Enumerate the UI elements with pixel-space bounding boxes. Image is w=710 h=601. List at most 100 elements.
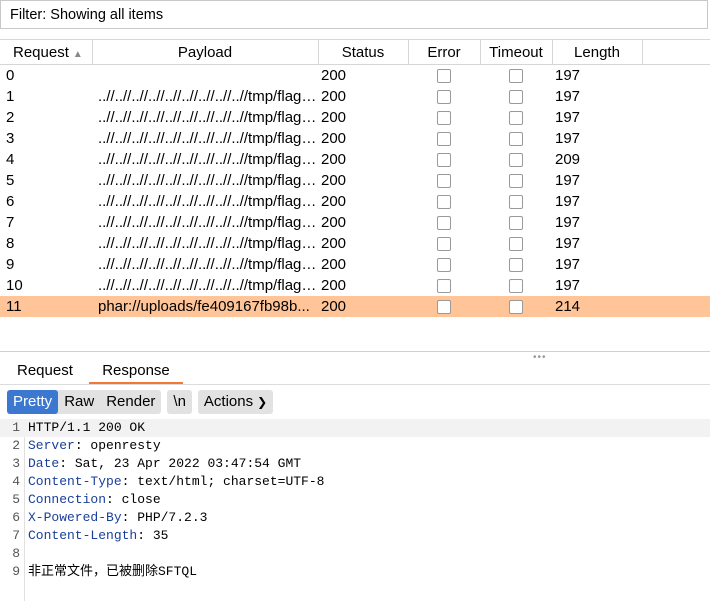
error-checkbox[interactable] <box>437 216 451 231</box>
raw-button[interactable]: Raw <box>58 390 100 414</box>
timeout-checkbox[interactable] <box>509 195 523 210</box>
column-header-length[interactable]: Length <box>552 40 643 65</box>
status-cell: 200 <box>321 151 347 168</box>
error-checkbox[interactable] <box>437 132 451 147</box>
render-button[interactable]: Render <box>100 390 161 414</box>
error-checkbox[interactable] <box>437 90 451 105</box>
payload-cell: ..//..//..//..//..//..//..//..//..//tmp/… <box>98 256 318 273</box>
timeout-cell <box>480 254 552 275</box>
error-cell <box>408 65 480 87</box>
error-cell <box>408 254 480 275</box>
spacer-cell <box>642 86 710 107</box>
table-row[interactable]: 6 ..//..//..//..//..//..//..//..//..//tmp… <box>0 191 710 212</box>
column-header-request[interactable]: Request ▲ <box>0 40 93 65</box>
response-editor[interactable]: 1 HTTP/1.1 200 OK 2 Server: openresty 3 Date:… <box>0 419 710 601</box>
spacer-cell <box>642 170 710 191</box>
response-line: 9 非正常文件，已被删除SFTQL <box>0 563 710 581</box>
status-cell: 200 <box>321 88 347 105</box>
column-header-error[interactable]: Error <box>408 40 481 65</box>
header-name: X-Powered-By <box>28 510 122 525</box>
timeout-cell <box>480 107 552 128</box>
header-name: Content-Length <box>28 528 138 543</box>
payload-cell: ..//..//..//..//..//..//..//..//..//tmp/… <box>98 214 318 231</box>
request-cell: 4 <box>6 151 15 168</box>
timeout-checkbox[interactable] <box>509 90 523 105</box>
tab-request[interactable]: Request <box>17 358 73 384</box>
column-header-payload[interactable]: Payload <box>92 40 319 65</box>
filter-bar[interactable]: Filter: Showing all items <box>0 0 708 29</box>
timeout-checkbox[interactable] <box>509 132 523 147</box>
timeout-checkbox[interactable] <box>509 237 523 252</box>
line-number: 1 <box>12 420 20 435</box>
table-row[interactable]: 11 phar://uploads/fe409167fb98b... 200 214 <box>0 296 710 317</box>
pane-splitter[interactable]: ••• <box>0 351 710 363</box>
column-header-timeout[interactable]: Timeout <box>480 40 553 65</box>
table-row[interactable]: 2 ..//..//..//..//..//..//..//..//..//tmp… <box>0 107 710 128</box>
tab-response[interactable]: Response <box>89 358 183 384</box>
timeout-checkbox[interactable] <box>509 174 523 189</box>
response-line: 4 Content-Type: text/html; charset=UTF-8 <box>0 473 710 491</box>
error-checkbox[interactable] <box>437 279 451 294</box>
table-row[interactable]: 4 ..//..//..//..//..//..//..//..//..//tmp… <box>0 149 710 170</box>
payload-cell <box>92 65 318 87</box>
spacer-cell <box>642 191 710 212</box>
status-cell: 200 <box>321 172 347 189</box>
timeout-checkbox[interactable] <box>509 153 523 168</box>
status-cell: 200 <box>321 256 347 273</box>
view-toolbar: Pretty Raw Render \n Actions ❯ <box>7 390 274 414</box>
error-cell <box>408 86 480 107</box>
table-row[interactable]: 1 ..//..//..//..//..//..//..//..//..//tmp… <box>0 86 710 107</box>
timeout-checkbox[interactable] <box>509 216 523 231</box>
request-cell: 2 <box>6 109 15 126</box>
line-code: Content-Type: text/html; charset=UTF-8 <box>28 473 324 491</box>
error-checkbox[interactable] <box>437 237 451 252</box>
newline-toggle-button[interactable]: \n <box>167 390 192 414</box>
error-checkbox[interactable] <box>437 258 451 273</box>
error-checkbox[interactable] <box>437 174 451 189</box>
table-row[interactable]: 3 ..//..//..//..//..//..//..//..//..//tmp… <box>0 128 710 149</box>
pretty-button[interactable]: Pretty <box>7 390 59 414</box>
error-checkbox[interactable] <box>437 111 451 126</box>
timeout-checkbox[interactable] <box>509 300 523 315</box>
table-row[interactable]: 0 200 197 <box>0 65 710 87</box>
error-cell <box>408 191 480 212</box>
table-row[interactable]: 5 ..//..//..//..//..//..//..//..//..//tmp… <box>0 170 710 191</box>
line-code: Connection: close <box>28 491 161 509</box>
error-checkbox[interactable] <box>437 153 451 168</box>
line-code: Date: Sat, 23 Apr 2022 03:47:54 GMT <box>28 455 301 473</box>
length-cell: 197 <box>555 172 581 189</box>
timeout-checkbox[interactable] <box>509 111 523 126</box>
table-row[interactable]: 10 ..//..//..//..//..//..//..//..//..//tm… <box>0 275 710 296</box>
error-cell <box>408 107 480 128</box>
error-checkbox[interactable] <box>437 69 451 84</box>
table-row[interactable]: 9 ..//..//..//..//..//..//..//..//..//tmp… <box>0 254 710 275</box>
error-checkbox[interactable] <box>437 195 451 210</box>
spacer-cell <box>642 254 710 275</box>
timeout-cell <box>480 170 552 191</box>
timeout-cell <box>480 191 552 212</box>
spacer-cell <box>642 128 710 149</box>
response-line: 6 X-Powered-By: PHP/7.2.3 <box>0 509 710 527</box>
spacer-cell <box>642 212 710 233</box>
error-cell <box>408 233 480 254</box>
timeout-cell <box>480 212 552 233</box>
timeout-checkbox[interactable] <box>509 258 523 273</box>
timeout-checkbox[interactable] <box>509 279 523 294</box>
error-checkbox[interactable] <box>437 300 451 315</box>
timeout-checkbox[interactable] <box>509 69 523 84</box>
table-row[interactable]: 7 ..//..//..//..//..//..//..//..//..//tmp… <box>0 212 710 233</box>
response-line: 5 Connection: close <box>0 491 710 509</box>
response-line: 1 HTTP/1.1 200 OK <box>0 419 710 437</box>
length-cell: 197 <box>555 88 581 105</box>
length-cell: 197 <box>555 277 581 294</box>
timeout-cell <box>480 149 552 170</box>
column-header-status[interactable]: Status <box>318 40 409 65</box>
payload-cell: phar://uploads/fe409167fb98b... <box>92 296 318 317</box>
spacer-cell <box>642 296 710 317</box>
spacer-cell <box>642 107 710 128</box>
payload-cell: ..//..//..//..//..//..//..//..//..//tmp/… <box>98 109 318 126</box>
error-cell <box>408 128 480 149</box>
line-code: Content-Length: 35 <box>28 527 168 545</box>
table-row[interactable]: 8 ..//..//..//..//..//..//..//..//..//tmp… <box>0 233 710 254</box>
actions-button[interactable]: Actions ❯ <box>197 390 274 414</box>
